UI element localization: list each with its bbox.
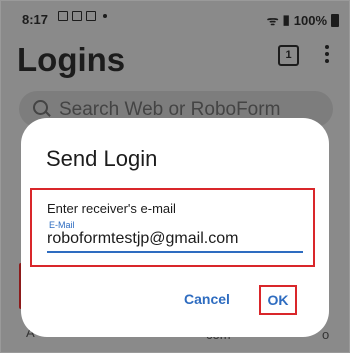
storage-icon xyxy=(86,11,96,21)
screen: 8:17 ᯤ ▮ 100% Logins 1 Search Web or Rob… xyxy=(0,0,350,353)
email-field-label: Enter receiver's e-mail xyxy=(47,201,176,216)
page-title: Logins xyxy=(17,41,126,78)
email-field[interactable]: roboformtestjp@gmail.com xyxy=(47,230,238,248)
tab-count-button[interactable]: 1 xyxy=(278,45,299,66)
gmail-icon xyxy=(72,11,82,21)
email-field-underline xyxy=(47,251,303,253)
email-field-highlight: Enter receiver's e-mail E-Mail roboformt… xyxy=(30,188,315,267)
ok-button[interactable]: OK xyxy=(259,285,297,315)
cancel-button[interactable]: Cancel xyxy=(184,291,230,307)
more-options-icon[interactable] xyxy=(325,45,329,65)
email-field-caption: E-Mail xyxy=(49,220,75,230)
signal-icon: ▮ xyxy=(282,12,290,27)
status-bar: 8:17 ᯤ ▮ 100% xyxy=(1,1,349,35)
dialog-title: Send Login xyxy=(46,146,158,171)
login-item-label: o xyxy=(322,327,330,342)
more-notifications-icon xyxy=(103,14,107,18)
image-icon xyxy=(58,11,68,21)
battery-icon xyxy=(331,13,339,27)
send-login-dialog: Send Login Enter receiver's e-mail E-Mai… xyxy=(21,118,329,337)
status-time: 8:17 xyxy=(22,12,49,27)
wifi-icon: ᯤ xyxy=(266,13,279,28)
status-right: ᯤ ▮ 100% xyxy=(267,11,339,29)
notification-icons xyxy=(58,11,107,21)
search-icon xyxy=(33,100,48,115)
battery-percent: 100% xyxy=(293,12,327,28)
